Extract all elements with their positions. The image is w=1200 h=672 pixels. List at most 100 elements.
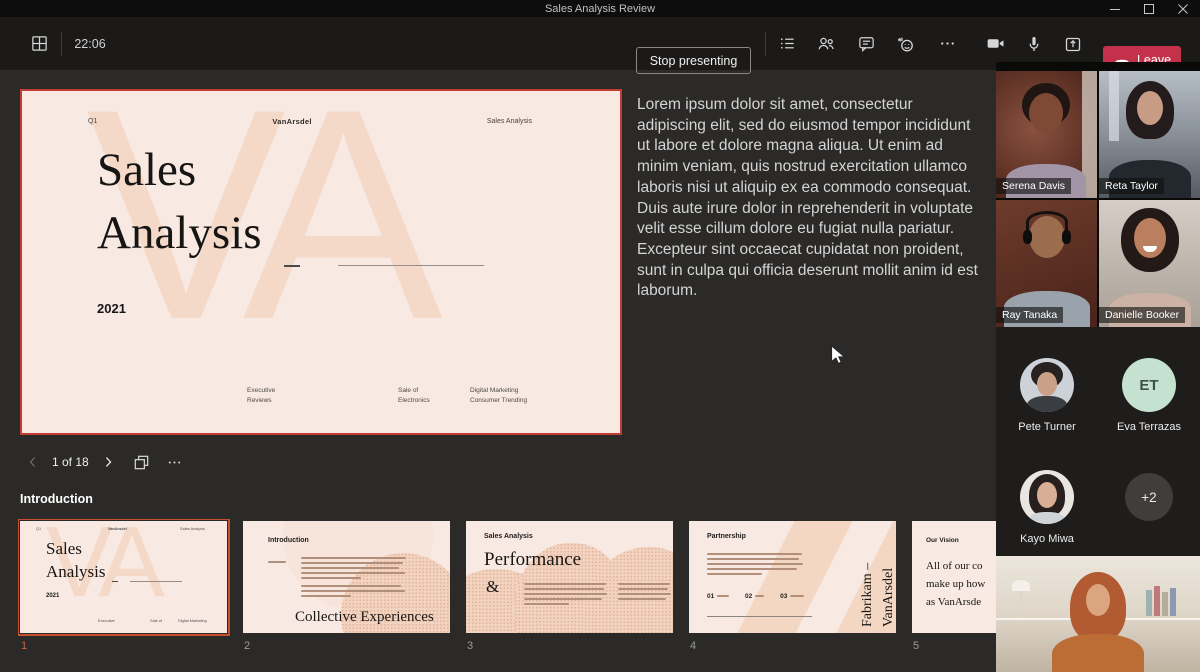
headphones: [1023, 230, 1032, 244]
slide-counter: 1 of 18: [52, 455, 89, 469]
grid-icon: [30, 34, 49, 53]
headphones: [1062, 230, 1071, 244]
next-slide-button[interactable]: [95, 449, 121, 475]
slide-brand-logo: VanArsdel: [97, 117, 487, 126]
participants-button[interactable]: [808, 26, 844, 62]
video-bg-detail: [1109, 71, 1119, 141]
thumb-body-text: [524, 583, 609, 608]
camera-button[interactable]: [977, 26, 1013, 62]
reactions-icon: [896, 34, 916, 54]
window-title: Sales Analysis Review: [545, 3, 655, 15]
slides-overlap-icon: [132, 453, 151, 472]
ellipsis-icon: [166, 454, 183, 471]
section-heading: Introduction: [20, 492, 93, 506]
thumb-rule: [130, 581, 182, 582]
stop-presenting-button[interactable]: Stop presenting: [636, 47, 751, 74]
participant-video[interactable]: Danielle Booker: [1099, 200, 1200, 327]
thumbnail-number: 2: [244, 640, 452, 652]
roster-row: Kayo Miwa +2: [996, 470, 1200, 545]
headphones: [1026, 211, 1068, 233]
person-silhouette: [1029, 93, 1063, 133]
slide-title: Sales Analysis: [97, 139, 262, 265]
minimize-button[interactable]: [1098, 0, 1132, 17]
slide-thumbnail-3[interactable]: Sales Analysis Performance &: [466, 521, 673, 633]
thumb-body-text: [301, 557, 409, 582]
more-options-button[interactable]: [929, 26, 965, 62]
decor-rule: [707, 616, 812, 617]
people-icon: [816, 34, 836, 54]
slide-corner-label: Q1: [88, 118, 97, 125]
previous-slide-button[interactable]: [20, 449, 46, 475]
avatar-kayo-miwa[interactable]: [1020, 470, 1074, 524]
ellipsis-icon: [938, 34, 957, 53]
participant-video[interactable]: Ray Tanaka: [996, 200, 1097, 327]
close-icon: [1178, 4, 1188, 14]
participant-name-badge: Ray Tanaka: [996, 307, 1063, 323]
chat-button[interactable]: [848, 26, 884, 62]
books: [1146, 590, 1152, 616]
thumb-big-text: All of our co make up how as VanArsde: [926, 557, 985, 611]
chevron-left-icon: [25, 454, 41, 470]
person-silhouette: [1137, 91, 1163, 125]
slide-footer-col: ExecutiveReviews: [247, 386, 275, 406]
maximize-button[interactable]: [1132, 0, 1166, 17]
books: [1162, 592, 1168, 616]
participant-video[interactable]: Reta Taylor: [1099, 71, 1200, 198]
minimize-icon: [1110, 4, 1120, 14]
thumb-title: Sales Analysis: [46, 537, 106, 583]
reactions-button[interactable]: [888, 26, 924, 62]
thumbnail-number: 3: [467, 640, 675, 652]
notes-list-button[interactable]: [769, 26, 805, 62]
thumb-steps: 01 02 03: [707, 593, 804, 600]
mouse-cursor: [830, 345, 846, 364]
person-silhouette: [1134, 218, 1166, 258]
share-tray-button[interactable]: [1055, 26, 1091, 62]
slide-footer-col: Digital MarketingConsumer Trending: [470, 386, 527, 406]
person-silhouette: [1086, 584, 1110, 616]
overflow-participants-badge[interactable]: +2: [1125, 473, 1173, 521]
lamp: [1012, 580, 1030, 591]
thumb-big-text: Collective Experiences: [295, 609, 434, 626]
thumb-body-text: [268, 561, 286, 563]
slide-thumbnail-5[interactable]: Our Vision All of our co make up how as …: [912, 521, 996, 633]
meeting-timer: 22:06: [74, 37, 105, 51]
maximize-icon: [1144, 4, 1154, 14]
current-slide-canvas[interactable]: VA Q1 VanArsdel Sales Analysis Sales Ana…: [20, 89, 622, 435]
close-button[interactable]: [1166, 0, 1200, 17]
video-gallery: Serena Davis Reta Taylor Ray Tanaka: [996, 71, 1200, 327]
share-icon: [1063, 34, 1083, 54]
books: [1170, 588, 1176, 616]
slide-header-row: Q1 VanArsdel Sales Analysis: [22, 117, 620, 126]
microphone-icon: [1024, 34, 1044, 54]
toolbar-divider: [765, 32, 766, 56]
slide-horizontal-rule: [338, 265, 484, 266]
grid-view-button[interactable]: [129, 449, 155, 475]
avatar-pete-turner[interactable]: [1020, 358, 1074, 412]
pager-more-button[interactable]: [162, 449, 188, 475]
slide-thumbnail-2[interactable]: Introduction Collective Experiences: [243, 521, 450, 633]
lamp: [1020, 591, 1022, 603]
slide-thumbnail-1[interactable]: VA Q1 VanArsdel Sales Analysis Sales Ana…: [20, 521, 227, 633]
self-view-video[interactable]: [996, 556, 1200, 672]
gallery-grid-button[interactable]: [21, 26, 57, 62]
participant-name: Pete Turner: [1018, 421, 1075, 433]
avatar-eva-terrazas[interactable]: ET: [1122, 358, 1176, 412]
person-silhouette: [1052, 634, 1144, 672]
thumb-body-text: [618, 583, 673, 603]
slide-underscore-rule: [284, 265, 300, 267]
thumbnail-number: 5: [913, 640, 996, 652]
participant-video[interactable]: Serena Davis: [996, 71, 1097, 198]
thumb-vertical-text: Fabrikam – VanArsdel: [857, 527, 896, 627]
mic-button[interactable]: [1016, 26, 1052, 62]
filmstrip: VA Q1 VanArsdel Sales Analysis Sales Ana…: [18, 519, 996, 669]
list-icon: [778, 34, 797, 53]
speaker-notes-text: Lorem ipsum dolor sit amet, consectetur …: [637, 95, 979, 302]
teams-meeting-window: Sales Analysis Review 22:06 Stop present…: [0, 0, 1200, 672]
roster-row: Pete Turner ET Eva Terrazas: [996, 358, 1200, 433]
window-titlebar: Sales Analysis Review: [0, 0, 1200, 17]
participant-name: Kayo Miwa: [1020, 533, 1074, 545]
slide-footer-col: Sale ofElectronics: [398, 386, 430, 406]
slide-thumbnail-4[interactable]: Partnership 01 02 03 Fabrikam – VanArsde…: [689, 521, 896, 633]
participant-name-badge: Reta Taylor: [1099, 178, 1164, 194]
camera-icon: [985, 33, 1006, 54]
